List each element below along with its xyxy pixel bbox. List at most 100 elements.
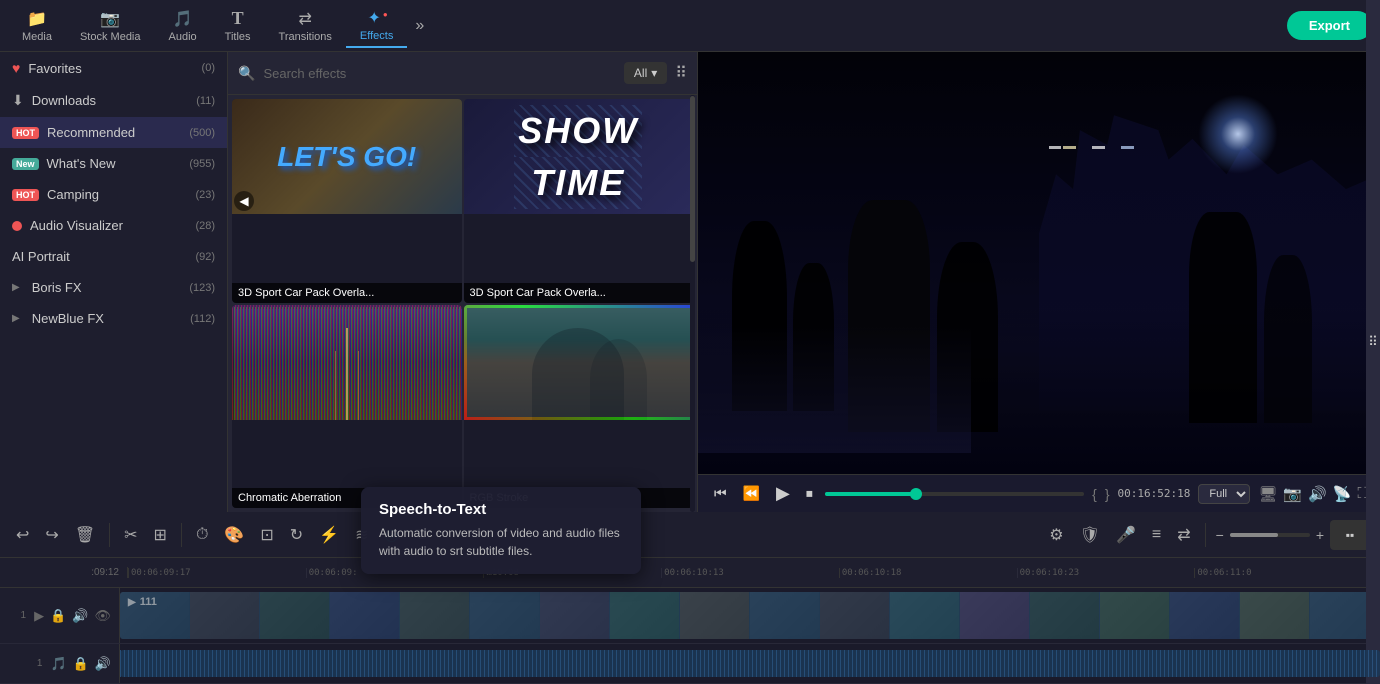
- effect-card-1-label: 3D Sport Car Pack Overla...: [232, 283, 462, 303]
- sidebar-favorites-label: Favorites: [28, 61, 81, 76]
- color-button[interactable]: 🎨: [218, 521, 250, 549]
- track-eye-icon[interactable]: 👁: [94, 608, 111, 624]
- effect-card-4-label: RGB Stroke: [464, 488, 694, 508]
- stop-button[interactable]: ⏹: [802, 483, 817, 504]
- zoom-out-button[interactable]: −: [1214, 525, 1226, 545]
- sidebar-item-audio-visualizer[interactable]: Audio Visualizer (28): [0, 210, 227, 241]
- settings-button[interactable]: ⚙: [1043, 521, 1069, 549]
- ruler-left-spacer: :09:12: [8, 567, 128, 578]
- grid-view-icon[interactable]: ⠿: [675, 63, 687, 83]
- mark-in-button[interactable]: {: [1092, 486, 1097, 502]
- ts-1: 00:06:09:17: [128, 568, 306, 578]
- heart-icon: ♥: [12, 60, 20, 76]
- sidebar-item-favorites[interactable]: ♥ Favorites (0): [0, 52, 227, 84]
- crop-button[interactable]: ⊡: [254, 521, 279, 549]
- track-play-icon[interactable]: ▶: [34, 608, 44, 624]
- audio-clip[interactable]: [120, 650, 1380, 677]
- split-button[interactable]: ⊞: [148, 521, 173, 549]
- audio-edit-button[interactable]: ≋: [349, 521, 374, 549]
- nav-media[interactable]: 📁 Media: [8, 5, 66, 47]
- video-track-controls: 1 ▶ 🔒 🔊 👁: [0, 588, 120, 643]
- effects-icon: ✦●: [368, 8, 386, 28]
- preview-area: ⏮ ⏪ ▶ ⏹ { } 00:16:52:18 Full 🖥 📷 🔊 📡 ⛶: [698, 52, 1380, 512]
- camera-icon[interactable]: 📷: [1283, 485, 1302, 503]
- effect-card-4[interactable]: RGB Stroke: [464, 305, 694, 509]
- sidebar-item-newblue-fx[interactable]: ▶ NewBlue FX (112): [0, 303, 227, 334]
- ts-4: 00:06:10:13: [661, 568, 839, 578]
- screen-icon[interactable]: 🖥: [1258, 485, 1277, 503]
- track-lock-icon[interactable]: 🔒: [50, 608, 66, 624]
- cast-icon[interactable]: 📡: [1333, 485, 1352, 503]
- mic-button[interactable]: 🎤: [1110, 521, 1142, 549]
- effects-scrollbar[interactable]: [690, 95, 695, 512]
- snap-area[interactable]: ▪▪: [1330, 520, 1370, 550]
- timecode-display: 00:16:52:18: [1118, 487, 1191, 500]
- effect-card-3[interactable]: Chromatic Aberration: [232, 305, 462, 509]
- sidebar-item-camping[interactable]: HOT Camping (23): [0, 179, 227, 210]
- step-back-button[interactable]: ⏮: [710, 483, 731, 504]
- sidebar-ai-portrait-label: AI Portrait: [12, 249, 70, 264]
- stock-icon: 📷: [100, 9, 120, 29]
- timeline-resize-handle[interactable]: ⠿: [1366, 0, 1380, 684]
- download-icon: ⬇: [12, 92, 24, 109]
- sidebar-item-ai-portrait[interactable]: AI Portrait (92): [0, 241, 227, 272]
- video-preview: [698, 52, 1380, 474]
- effect-card-1[interactable]: ◀ LET'S GO! 3D Sport Car Pack Overla...: [232, 99, 462, 303]
- sidebar-item-whats-new[interactable]: New What's New (955): [0, 148, 227, 179]
- nav-effects[interactable]: ✦● Effects: [346, 4, 407, 48]
- delete-button[interactable]: 🗑: [69, 521, 101, 549]
- transitions-icon: ⇄: [299, 9, 312, 29]
- audio-track-icon[interactable]: 🎵: [50, 656, 66, 672]
- filter-label: All: [634, 66, 647, 80]
- undo-button[interactable]: ↩: [10, 521, 35, 549]
- ts-3: …10:08: [483, 568, 661, 578]
- shield-button[interactable]: 🛡: [1074, 521, 1106, 549]
- motion-button[interactable]: ↻: [408, 521, 433, 549]
- redo-button[interactable]: ↪: [39, 521, 64, 549]
- effect-card-2[interactable]: SHOW TIME 3D Sport Car Pack Overla...: [464, 99, 694, 303]
- replace-button[interactable]: ⇄: [1171, 521, 1196, 549]
- sidebar-item-recommended[interactable]: HOT Recommended (500): [0, 117, 227, 148]
- speed-button[interactable]: ⚡: [313, 521, 345, 549]
- card-nav-left-icon[interactable]: ◀: [234, 191, 254, 211]
- nav-audio[interactable]: 🎵 Audio: [155, 5, 211, 47]
- nav-audio-label: Audio: [169, 31, 197, 43]
- sidebar-item-boris-fx[interactable]: ▶ Boris FX (123): [0, 272, 227, 303]
- sidebar-camping-count: (23): [195, 189, 215, 201]
- nav-transitions[interactable]: ⇄ Transitions: [265, 5, 346, 47]
- track-vol-icon[interactable]: 🔊: [72, 608, 88, 624]
- arrange-button[interactable]: ≡: [1146, 522, 1167, 548]
- volume-icon[interactable]: 🔊: [1308, 485, 1327, 503]
- progress-bar[interactable]: [825, 492, 1084, 496]
- timer-button[interactable]: ⏱: [190, 522, 214, 548]
- fx-button[interactable]: ◎: [378, 521, 404, 549]
- quality-select[interactable]: Full: [1198, 484, 1250, 504]
- mark-out-button[interactable]: }: [1105, 486, 1110, 502]
- video-clip[interactable]: ▶ 111: [120, 592, 1380, 639]
- export-button[interactable]: Export: [1287, 11, 1372, 40]
- play-button[interactable]: ▶: [772, 481, 794, 506]
- nav-effects-label: Effects: [360, 30, 393, 42]
- nav-transitions-label: Transitions: [279, 31, 332, 43]
- nav-titles[interactable]: T Titles: [211, 4, 265, 47]
- cut-button[interactable]: ✂: [118, 521, 143, 549]
- frame-back-button[interactable]: ⏪: [739, 483, 764, 504]
- timeline-ruler: :09:12 00:06:09:17 00:06:09: …10:08 00:0…: [0, 558, 1380, 588]
- filter-button[interactable]: All ▾: [624, 62, 667, 84]
- media-icon: 📁: [27, 9, 47, 29]
- sidebar-item-downloads[interactable]: ⬇ Downloads (11): [0, 84, 227, 117]
- chevron-down-icon: ▾: [651, 66, 657, 80]
- nav-more[interactable]: »: [407, 17, 432, 35]
- audio-vol-icon[interactable]: 🔊: [95, 656, 111, 672]
- search-input[interactable]: [263, 66, 615, 81]
- ts-5: 00:06:10:18: [839, 568, 1017, 578]
- nav-stock[interactable]: 📷 Stock Media: [66, 5, 155, 47]
- zoom-in-button[interactable]: +: [1314, 525, 1326, 545]
- titles-icon: T: [232, 8, 244, 29]
- ruler-timestamps: 00:06:09:17 00:06:09: …10:08 00:06:10:13…: [128, 568, 1372, 578]
- zoom-slider[interactable]: [1230, 533, 1310, 537]
- sidebar-whats-new-count: (955): [189, 158, 215, 170]
- chevron-right-icon-2: ▶: [12, 313, 20, 324]
- rotate-button[interactable]: ↻: [284, 521, 309, 549]
- audio-lock-icon[interactable]: 🔒: [73, 656, 89, 672]
